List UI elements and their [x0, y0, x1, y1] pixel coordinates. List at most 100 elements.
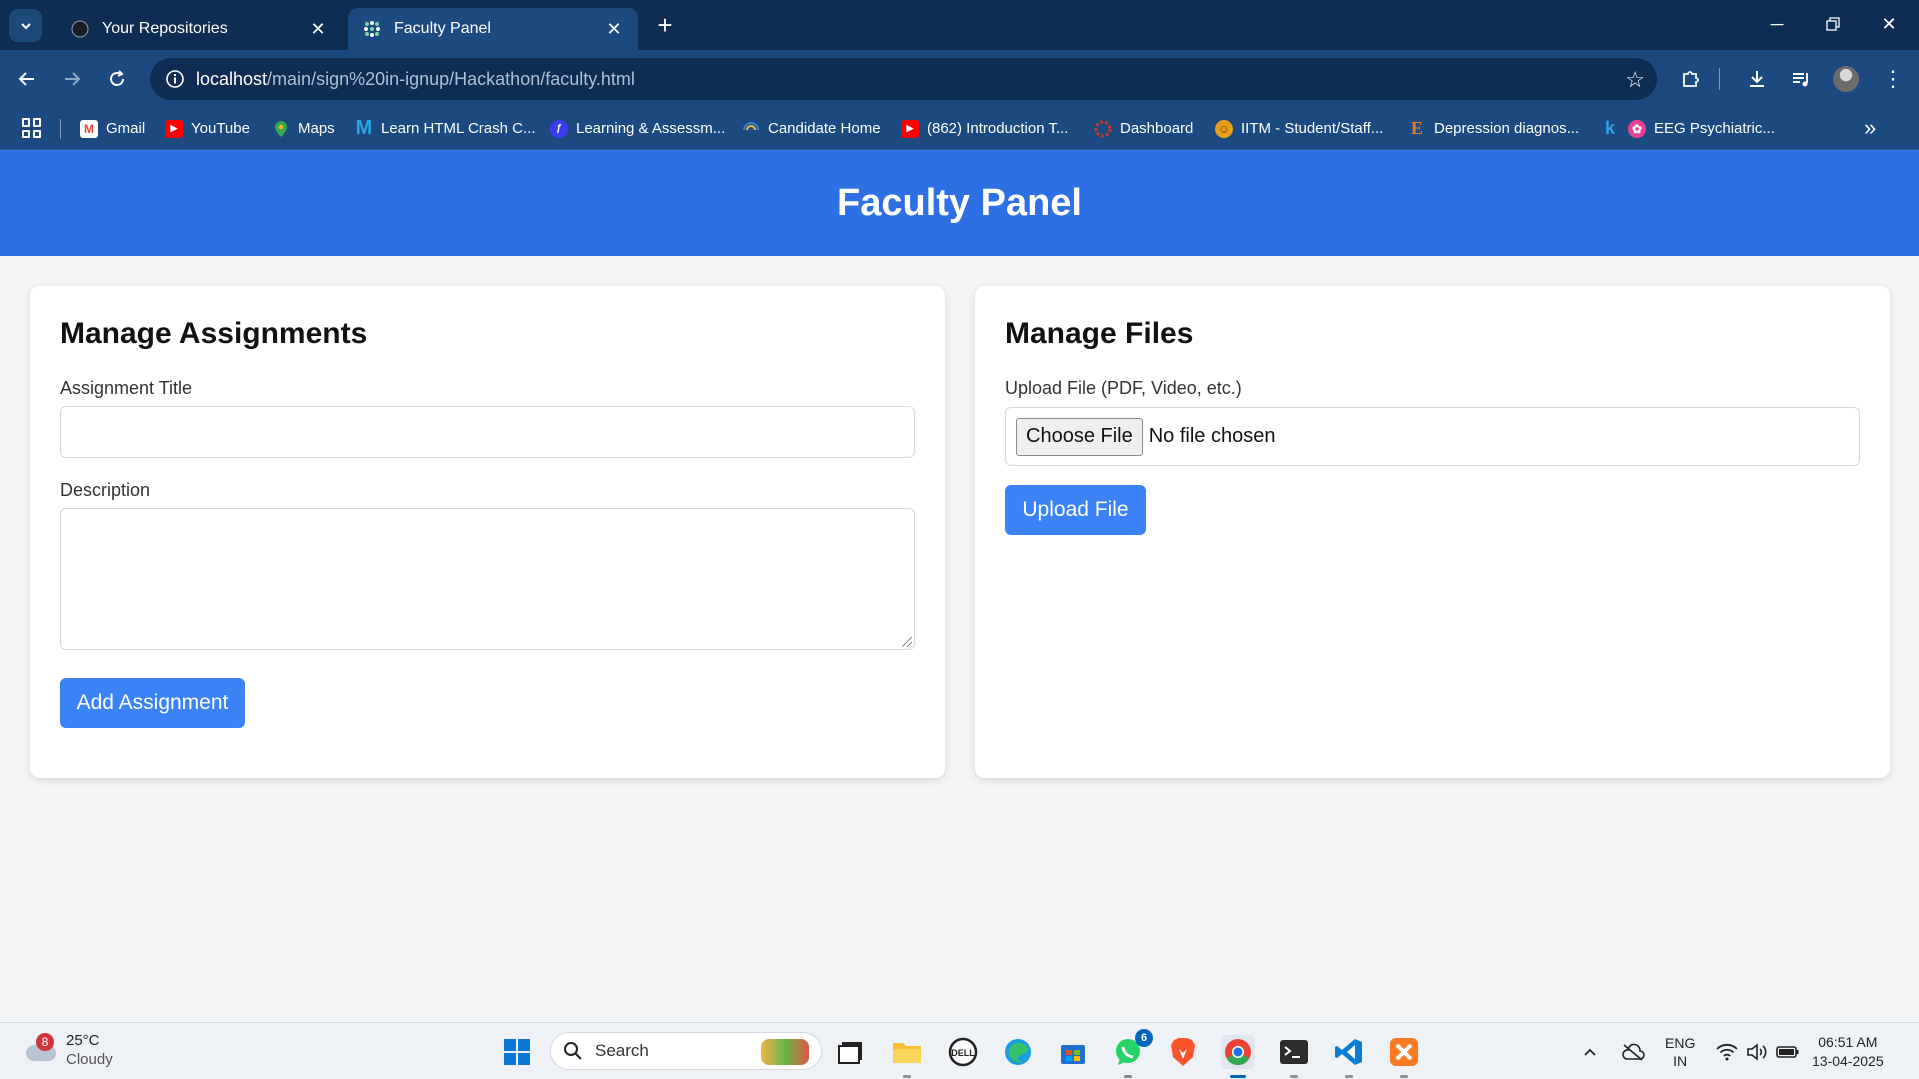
xampp-button[interactable] — [1387, 1035, 1421, 1078]
learning-icon: ƒ — [550, 119, 568, 138]
assignment-title-input[interactable] — [60, 406, 915, 458]
weather-desc: Cloudy — [66, 1051, 113, 1068]
bookmark-label: Dashboard — [1120, 120, 1194, 137]
battery-icon — [1776, 1045, 1799, 1058]
weather-widget[interactable]: 8 25°C Cloudy — [22, 1031, 113, 1069]
microsoft-store-button[interactable] — [1056, 1035, 1090, 1069]
start-button[interactable] — [500, 1035, 534, 1069]
bookmark-candidate-home[interactable]: Candidate Home — [742, 107, 881, 150]
onedrive-status[interactable] — [1621, 1023, 1645, 1079]
extensions-button[interactable] — [1675, 63, 1707, 95]
clock-time: 06:51 AM — [1818, 1033, 1878, 1050]
vscode-button[interactable] — [1332, 1035, 1366, 1078]
forward-button[interactable] — [56, 63, 88, 95]
windows-taskbar: 8 25°C Cloudy Search DELL 6 ENG IN 06:51… — [0, 1022, 1919, 1079]
info-icon[interactable] — [154, 69, 196, 89]
quick-settings[interactable] — [1716, 1023, 1800, 1079]
restore-icon — [1826, 17, 1840, 31]
file-explorer-button[interactable] — [890, 1035, 924, 1078]
show-hidden-icons-button[interactable] — [1582, 1023, 1598, 1079]
resize-handle-icon[interactable] — [902, 637, 912, 647]
assignment-title-label: Assignment Title — [60, 378, 193, 398]
bookmark-iitm[interactable]: ☺ IITM - Student/Staff... — [1215, 107, 1383, 150]
bookmark-star-icon[interactable]: ☆ — [1625, 67, 1645, 93]
terminal-button[interactable] — [1277, 1035, 1311, 1078]
description-textarea[interactable] — [60, 508, 915, 650]
search-highlight-icon — [761, 1039, 809, 1065]
file-input[interactable]: Choose File No file chosen — [1005, 407, 1860, 466]
page-content: Faculty Panel Manage Assignments Assignm… — [0, 150, 1919, 1022]
tab-search-button[interactable] — [9, 9, 42, 42]
reload-icon — [110, 70, 124, 86]
search-icon — [564, 1042, 582, 1060]
browser-menu-button[interactable]: ⋮ — [1877, 63, 1909, 95]
clock[interactable]: 06:51 AM 13-04-2025 — [1812, 1023, 1884, 1079]
youtube-icon: ▶ — [165, 119, 183, 138]
bookmark-label: YouTube — [191, 120, 250, 137]
address-bar[interactable]: localhost/main/sign%20in-ignup/Hackathon… — [150, 58, 1657, 100]
chrome-button[interactable] — [1221, 1035, 1255, 1078]
bookmark-label: Maps — [298, 120, 335, 137]
close-icon[interactable]: ✕ — [604, 19, 624, 39]
files-heading: Manage Files — [1005, 317, 1194, 350]
bookmark-gmail[interactable]: M Gmail — [80, 107, 145, 150]
arrow-right-icon — [65, 72, 81, 86]
windows-logo-icon — [504, 1039, 530, 1065]
manage-files-card: Manage Files Upload File (PDF, Video, et… — [975, 286, 1890, 778]
minimize-button[interactable]: ─ — [1749, 0, 1805, 48]
bookmark-youtube[interactable]: ▶ YouTube — [165, 107, 250, 150]
bookmarks-bar: M Gmail ▶ YouTube Maps M Learn HTML Cras… — [0, 107, 1919, 150]
edge-button[interactable] — [1001, 1035, 1035, 1069]
add-assignment-button[interactable]: Add Assignment — [60, 678, 245, 728]
choose-file-button[interactable]: Choose File — [1016, 417, 1143, 456]
bookmark-learn-html[interactable]: M Learn HTML Crash C... — [355, 107, 536, 150]
page-title: Faculty Panel — [837, 181, 1082, 224]
more-bookmarks-icon[interactable]: » — [1864, 115, 1876, 141]
weather-badge: 8 — [36, 1033, 54, 1051]
downloads-button[interactable] — [1741, 63, 1773, 95]
bookmark-label: (862) Introduction T... — [927, 120, 1069, 137]
github-icon — [70, 19, 90, 39]
search-placeholder: Search — [595, 1041, 649, 1060]
bookmark-label: Candidate Home — [768, 120, 881, 137]
tab-your-repositories[interactable]: Your Repositories ✕ — [56, 8, 342, 50]
whatsapp-button[interactable]: 6 — [1111, 1029, 1153, 1078]
bookmark-eeg-psychiatric[interactable]: ✿ EEG Psychiatric... — [1628, 107, 1775, 150]
tab-faculty-panel[interactable]: Faculty Panel ✕ — [348, 8, 638, 50]
vscode-icon — [1335, 1039, 1362, 1065]
file-status-text: No file chosen — [1148, 425, 1276, 447]
brave-button[interactable] — [1166, 1035, 1200, 1069]
dell-app-button[interactable]: DELL — [946, 1035, 980, 1069]
new-tab-button[interactable]: + — [650, 10, 680, 40]
close-window-button[interactable]: ✕ — [1861, 0, 1917, 48]
upload-file-button[interactable]: Upload File — [1005, 485, 1146, 535]
bookmark-dashboard[interactable]: Dashboard — [1094, 107, 1193, 150]
media-controls-button[interactable] — [1785, 63, 1817, 95]
bookmark-maps[interactable]: Maps — [272, 107, 335, 150]
bookmark-k[interactable]: k — [1601, 107, 1619, 150]
description-label: Description — [60, 480, 151, 500]
restore-button[interactable] — [1805, 0, 1861, 48]
wifi-icon — [1716, 1043, 1738, 1060]
apps-grid-icon[interactable] — [22, 118, 42, 138]
taskbar-search[interactable]: Search — [550, 1032, 822, 1070]
profile-avatar[interactable] — [1833, 66, 1859, 92]
reload-button[interactable] — [101, 63, 133, 95]
bookmark-introduction-video[interactable]: ▶ (862) Introduction T... — [901, 107, 1068, 150]
region-code: IN — [1673, 1052, 1688, 1069]
bookmark-label: EEG Psychiatric... — [1654, 120, 1775, 137]
language-indicator[interactable]: ENG IN — [1665, 1023, 1695, 1079]
close-icon[interactable]: ✕ — [308, 19, 328, 39]
clock-date: 13-04-2025 — [1812, 1052, 1884, 1069]
brave-lion-icon — [1171, 1038, 1195, 1066]
m-icon: M — [355, 117, 373, 139]
tab-title: Your Repositories — [102, 20, 228, 37]
back-button[interactable] — [11, 63, 43, 95]
assignments-heading: Manage Assignments — [60, 317, 368, 350]
volume-icon — [1747, 1042, 1767, 1061]
folder-icon — [893, 1043, 921, 1063]
brain-icon: ✿ — [1628, 119, 1646, 138]
bookmark-depression-diagnosis[interactable]: E Depression diagnos... — [1408, 107, 1579, 150]
bookmark-learning-assessment[interactable]: ƒ Learning & Assessm... — [550, 107, 725, 150]
task-view-button[interactable] — [834, 1035, 868, 1069]
